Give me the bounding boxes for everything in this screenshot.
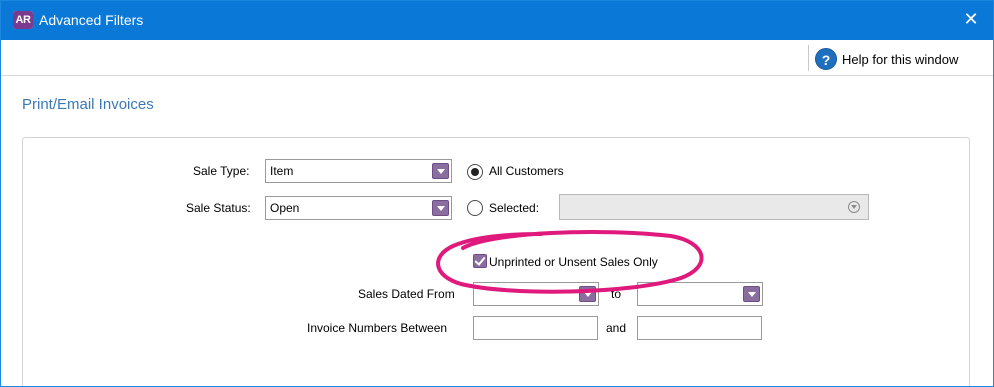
toolbar-divider: [808, 45, 809, 71]
selected-customers-radio[interactable]: [467, 200, 483, 216]
help-toolbar: ? Help for this window: [1, 40, 993, 76]
advanced-filters-window: AR Advanced Filters ✕ ? Help for this wi…: [0, 0, 994, 387]
all-customers-label: All Customers: [489, 164, 564, 178]
sale-type-value: Item: [270, 164, 294, 178]
and-label: and: [606, 321, 627, 335]
invoice-numbers-label: Invoice Numbers Between: [307, 321, 448, 335]
help-icon: ?: [815, 48, 837, 70]
window-title: Advanced Filters: [39, 12, 144, 28]
selected-customers-label: Selected:: [489, 201, 540, 215]
app-badge-text: AR: [13, 11, 33, 29]
to-label: to: [611, 287, 622, 301]
sales-dated-to-select[interactable]: [637, 282, 763, 306]
chevron-down-icon: [579, 286, 596, 302]
sale-type-label: Sale Type:: [193, 164, 250, 178]
sale-status-select[interactable]: Open: [265, 196, 452, 220]
page-title: Print/Email Invoices: [22, 96, 154, 113]
invoice-number-from-input[interactable]: [473, 316, 598, 340]
unprinted-label: Unprinted or Unsent Sales Only: [489, 255, 658, 269]
sales-dated-from-select[interactable]: [473, 282, 599, 306]
app-logo: AR: [13, 11, 33, 29]
sales-dated-from-label: Sales Dated From: [358, 287, 455, 301]
chevron-down-icon: [432, 163, 449, 179]
unprinted-checkbox[interactable]: [473, 254, 487, 268]
close-button[interactable]: ✕: [961, 9, 981, 29]
chevron-down-icon: [743, 286, 760, 302]
chevron-down-icon: [432, 200, 449, 216]
sale-type-select[interactable]: Item: [265, 159, 452, 183]
invoice-number-to-input[interactable]: [637, 316, 762, 340]
help-button[interactable]: ? Help for this window: [815, 47, 958, 71]
help-label: Help for this window: [842, 51, 959, 67]
sale-status-label: Sale Status:: [186, 201, 251, 215]
sale-status-value: Open: [270, 201, 300, 215]
title-bar: AR Advanced Filters ✕: [1, 1, 993, 40]
filters-panel: Sale Type: Item All Customers Sale Statu…: [22, 137, 970, 386]
circle-chevron-down-icon: [848, 201, 860, 213]
selected-customer-combo[interactable]: [559, 194, 869, 220]
all-customers-radio[interactable]: [467, 164, 483, 180]
close-icon: ✕: [963, 9, 979, 29]
